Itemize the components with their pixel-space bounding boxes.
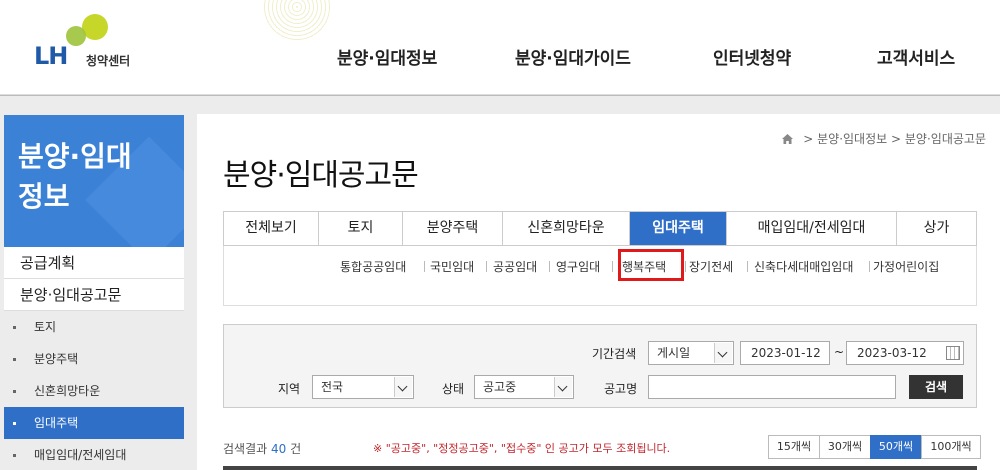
period-label: 기간검색 bbox=[592, 347, 637, 361]
date-from-input[interactable]: 2023-01-12 bbox=[740, 341, 830, 365]
separator bbox=[869, 261, 870, 272]
chevron-down-icon bbox=[714, 343, 732, 363]
sidebar-title-line2: 정보 bbox=[18, 180, 70, 213]
separator bbox=[612, 261, 613, 272]
gnb-item-customer-service[interactable]: 고객서비스 bbox=[877, 44, 955, 69]
period-type-select[interactable]: 게시일 bbox=[648, 341, 734, 365]
sidebar-item-announcements[interactable]: 분양·임대공고문 bbox=[4, 279, 184, 311]
title-label: 공고명 bbox=[604, 382, 638, 396]
chevron-down-icon bbox=[554, 377, 572, 397]
notice-text: ※ "공고중", "정정공고중", "접수중" 인 공고가 모두 조회됩니다. bbox=[373, 442, 671, 455]
home-icon[interactable] bbox=[782, 134, 794, 144]
sidebar-subitem-purchase-rental[interactable]: 매입임대/전세임대 bbox=[4, 439, 184, 470]
tab-sale-housing[interactable]: 분양주택 bbox=[403, 212, 503, 245]
search-panel: 기간검색 게시일 2023-01-12 ~ 2023-03-12 지역 전국 상… bbox=[223, 324, 977, 408]
subtab-home-daycare[interactable]: 가정어린이집 bbox=[873, 258, 939, 275]
region-select[interactable]: 전국 bbox=[312, 375, 414, 399]
gnb-item-supply-info[interactable]: 분양·임대정보 bbox=[337, 44, 437, 69]
tab-commercial[interactable]: 상가 bbox=[897, 212, 976, 245]
status-select[interactable]: 공고중 bbox=[474, 375, 574, 399]
subtab-long-term-jeonse[interactable]: 장기전세 bbox=[689, 258, 733, 275]
decoration-pattern bbox=[262, 0, 332, 42]
period-type-value: 게시일 bbox=[657, 346, 691, 360]
calendar-icon[interactable] bbox=[946, 346, 960, 360]
highlight-box bbox=[618, 249, 684, 281]
lh-logo[interactable]: LH 청약센터 bbox=[28, 14, 158, 74]
breadcrumb-separator: > bbox=[803, 132, 814, 146]
sidebar-subitem-newlywed-town[interactable]: 신혼희망타운 bbox=[4, 375, 184, 407]
table-top-border bbox=[223, 466, 977, 470]
separator bbox=[486, 261, 487, 272]
sidebar-item-supply-plan[interactable]: 공급계획 bbox=[4, 247, 184, 279]
breadcrumb-separator: > bbox=[891, 132, 902, 146]
result-prefix: 검색결과 bbox=[223, 442, 268, 456]
left-sidebar: 분양·임대 정보 공급계획 분양·임대공고문 토지 분양주택 신혼희망타운 임대… bbox=[4, 115, 184, 470]
logo-text: LH bbox=[34, 42, 68, 70]
sidebar-subitem-rental-housing[interactable]: 임대주택 bbox=[4, 407, 184, 439]
result-number: 40 bbox=[271, 442, 287, 456]
sidebar-title-line1: 분양·임대 bbox=[18, 140, 132, 173]
date-from-value: 2023-01-12 bbox=[751, 346, 821, 360]
title-search-input[interactable] bbox=[648, 375, 896, 399]
logo-subtitle: 청약센터 bbox=[86, 54, 131, 68]
date-to-value: 2023-03-12 bbox=[857, 346, 927, 360]
site-header: LH 청약센터 분양·임대정보 분양·임대가이드 인터넷청약 고객서비스 bbox=[0, 0, 1000, 95]
separator bbox=[424, 261, 425, 272]
gnb-item-online-subscription[interactable]: 인터넷청약 bbox=[713, 44, 791, 69]
subtab-public-rental[interactable]: 공공임대 bbox=[493, 258, 537, 275]
region-value: 전국 bbox=[321, 380, 344, 394]
breadcrumb-item[interactable]: 분양·임대정보 bbox=[817, 132, 887, 146]
tab-rental-housing[interactable]: 임대주택 bbox=[630, 212, 727, 245]
page-size-selector: 15개씩 30개씩 50개씩 100개씩 bbox=[768, 435, 981, 459]
tab-land[interactable]: 토지 bbox=[319, 212, 403, 245]
tab-all[interactable]: 전체보기 bbox=[224, 212, 319, 245]
page-size-30-button[interactable]: 30개씩 bbox=[819, 435, 871, 459]
breadcrumb: > 분양·임대정보 > 분양·임대공고문 bbox=[782, 130, 986, 147]
page-size-15-button[interactable]: 15개씩 bbox=[768, 435, 820, 459]
divider bbox=[0, 95, 1000, 96]
page-title: 분양·임대공고문 bbox=[223, 158, 419, 193]
sidebar-subitem-land[interactable]: 토지 bbox=[4, 311, 184, 343]
result-count: 검색결과 40 건 bbox=[223, 440, 301, 457]
chevron-down-icon bbox=[394, 377, 412, 397]
date-to-input[interactable]: 2023-03-12 bbox=[846, 341, 964, 365]
separator bbox=[747, 261, 748, 272]
sidebar-title: 분양·임대 정보 bbox=[4, 115, 184, 247]
breadcrumb-item[interactable]: 분양·임대공고문 bbox=[905, 132, 986, 146]
date-separator: ~ bbox=[834, 345, 845, 359]
tab-purchase-rental[interactable]: 매입임대/전세임대 bbox=[727, 212, 897, 245]
search-button[interactable]: 검색 bbox=[909, 375, 963, 399]
sidebar-subitem-sale-housing[interactable]: 분양주택 bbox=[4, 343, 184, 375]
separator bbox=[685, 261, 686, 272]
subtab-integrated-public-rental[interactable]: 통합공공임대 bbox=[340, 258, 406, 275]
status-label: 상태 bbox=[442, 382, 465, 396]
category-tabs: 전체보기 토지 분양주택 신혼희망타운 임대주택 매입임대/전세임대 상가 bbox=[223, 211, 977, 246]
page-size-50-button[interactable]: 50개씩 bbox=[870, 435, 922, 459]
page-size-100-button[interactable]: 100개씩 bbox=[921, 435, 981, 459]
tab-newlywed-town[interactable]: 신혼희망타운 bbox=[503, 212, 630, 245]
subtab-new-multi-purchase-rental[interactable]: 신축다세대매입임대 bbox=[754, 258, 853, 275]
logo-circle-icon bbox=[66, 26, 86, 46]
subcategory-tabs: 통합공공임대 국민임대 공공임대 영구임대 행복주택 장기전세 신축다세대매입임… bbox=[223, 246, 977, 306]
region-label: 지역 bbox=[278, 382, 301, 396]
subtab-permanent-rental[interactable]: 영구임대 bbox=[556, 258, 600, 275]
gnb-item-guide[interactable]: 분양·임대가이드 bbox=[515, 44, 631, 69]
main-content: > 분양·임대정보 > 분양·임대공고문 분양·임대공고문 전체보기 토지 분양… bbox=[197, 114, 1000, 470]
status-value: 공고중 bbox=[483, 380, 517, 394]
subtab-national-rental[interactable]: 국민임대 bbox=[430, 258, 474, 275]
separator bbox=[549, 261, 550, 272]
result-suffix: 건 bbox=[290, 442, 302, 456]
